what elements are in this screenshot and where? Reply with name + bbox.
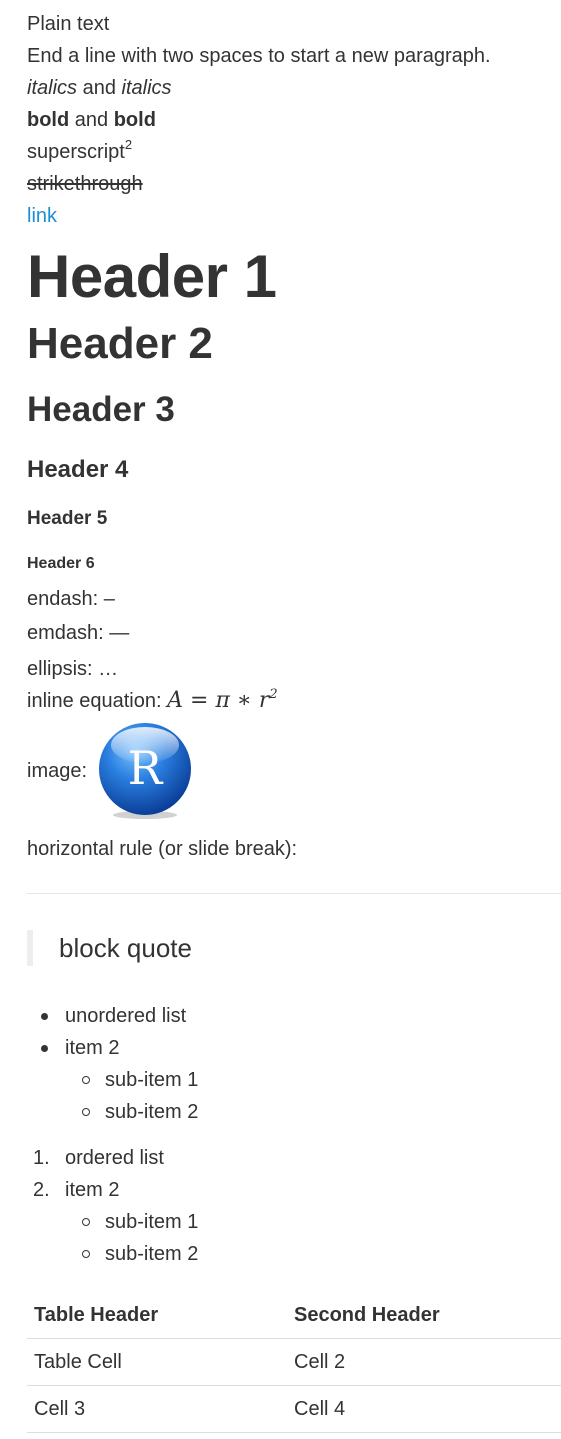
unordered-list: unordered list item 2 sub-item 1 sub-ite… bbox=[27, 1000, 561, 1128]
list-number: 1. bbox=[33, 1147, 50, 1169]
bold-line: bold and bold bbox=[27, 104, 561, 136]
table-cell: Cell 4 bbox=[287, 1385, 561, 1433]
new-paragraph-line: End a line with two spaces to start a ne… bbox=[27, 45, 491, 67]
list-item: 1. ordered list bbox=[27, 1142, 561, 1174]
italics-line: italics and italics bbox=[27, 72, 561, 104]
ordered-list: 1. ordered list 2. item 2 sub-item 1 sub-i… bbox=[27, 1142, 561, 1270]
sub-list-item-label: sub-item 2 bbox=[105, 1101, 199, 1123]
markdown-document: Plain text End a line with two spaces to… bbox=[27, 0, 561, 1433]
list-item: 2. item 2 bbox=[27, 1174, 561, 1206]
list-item: unordered list bbox=[27, 1000, 561, 1032]
hollow-bullet-icon bbox=[82, 1108, 90, 1116]
bold-text-1: bold bbox=[27, 109, 70, 131]
r-logo-icon: R bbox=[99, 723, 192, 819]
italics-and: and bbox=[82, 77, 116, 99]
link[interactable]: link bbox=[27, 205, 57, 227]
emdash-line: emdash: — bbox=[27, 622, 130, 644]
header-3: Header 3 bbox=[27, 390, 175, 429]
bullet-icon bbox=[41, 1013, 48, 1020]
inline-equation-label: inline equation: bbox=[27, 690, 168, 712]
superscript-exponent: 2 bbox=[124, 137, 133, 153]
endash-line: endash: – bbox=[27, 588, 115, 610]
header-5: Header 5 bbox=[27, 508, 108, 529]
equation-pi: π bbox=[215, 688, 230, 713]
table-header-row: Table Header Second Header bbox=[27, 1292, 561, 1339]
plain-text-line: Plain text bbox=[27, 13, 110, 35]
sub-list-item-label: sub-item 1 bbox=[105, 1211, 199, 1233]
list-item-label: item 2 bbox=[65, 1037, 120, 1059]
bold-text-2: bold bbox=[113, 109, 156, 131]
image-line: image: R bbox=[27, 721, 561, 821]
equation-star: ∗ bbox=[236, 688, 252, 713]
list-item-label: unordered list bbox=[65, 1005, 187, 1027]
list-number: 2. bbox=[33, 1179, 50, 1201]
table-cell: Table Cell bbox=[27, 1338, 287, 1386]
sub-list-item: sub-item 2 bbox=[27, 1096, 561, 1128]
inline-equation-line: inline equation: A = π ∗ r2 bbox=[27, 685, 561, 717]
superscript-line: superscript2 bbox=[27, 136, 561, 168]
header-1: Header 1 bbox=[27, 243, 277, 310]
equation-exponent: 2 bbox=[269, 686, 278, 702]
block-quote: block quote bbox=[27, 930, 561, 966]
equation-r: r bbox=[258, 688, 270, 713]
bullet-icon bbox=[41, 1045, 48, 1052]
equation-equals: = bbox=[190, 688, 209, 713]
horizontal-rule-label: horizontal rule (or slide break): bbox=[27, 838, 298, 860]
unordered-sublist: sub-item 1 sub-item 2 bbox=[27, 1064, 561, 1128]
sub-list-item: sub-item 1 bbox=[27, 1064, 561, 1096]
sub-list-item-label: sub-item 1 bbox=[105, 1069, 199, 1091]
ordered-sublist: sub-item 1 sub-item 2 bbox=[27, 1206, 561, 1270]
inline-equation: A = π ∗ r2 bbox=[167, 688, 278, 713]
italics-text-2: italics bbox=[121, 77, 172, 99]
strikethrough-line: strikethrough bbox=[27, 168, 561, 200]
header-4: Header 4 bbox=[27, 456, 129, 483]
equation-lhs: A bbox=[167, 688, 183, 713]
image-label: image: bbox=[27, 759, 88, 782]
hollow-bullet-icon bbox=[82, 1218, 90, 1226]
sub-list-item-label: sub-item 2 bbox=[105, 1243, 199, 1265]
list-item-label: ordered list bbox=[65, 1147, 164, 1169]
header-6: Header 6 bbox=[27, 555, 95, 572]
table-cell: Cell 2 bbox=[287, 1338, 561, 1386]
table-header-cell: Table Header bbox=[27, 1292, 287, 1339]
table-row: Cell 3 Cell 4 bbox=[27, 1385, 561, 1433]
table-header-cell: Second Header bbox=[287, 1292, 561, 1339]
sub-list-item: sub-item 1 bbox=[27, 1206, 561, 1238]
table-cell: Cell 3 bbox=[27, 1385, 287, 1433]
sub-list-item: sub-item 2 bbox=[27, 1238, 561, 1270]
hollow-bullet-icon bbox=[82, 1250, 90, 1258]
italics-text-1: italics bbox=[27, 77, 78, 99]
list-item-label: item 2 bbox=[65, 1179, 120, 1201]
list-item: item 2 bbox=[27, 1032, 561, 1064]
horizontal-rule bbox=[27, 893, 561, 894]
markdown-table: Table Header Second Header Table Cell Ce… bbox=[27, 1292, 561, 1433]
header-2: Header 2 bbox=[27, 319, 213, 368]
table-row: Table Cell Cell 2 bbox=[27, 1338, 561, 1386]
link-line: link bbox=[27, 200, 561, 232]
superscript-base: superscript bbox=[27, 141, 125, 163]
ellipsis-line: ellipsis: … bbox=[27, 658, 119, 680]
strikethrough-text: strikethrough bbox=[27, 173, 143, 195]
bold-and: and bbox=[74, 109, 109, 131]
hollow-bullet-icon bbox=[82, 1076, 90, 1084]
r-logo-letter: R bbox=[128, 741, 164, 795]
